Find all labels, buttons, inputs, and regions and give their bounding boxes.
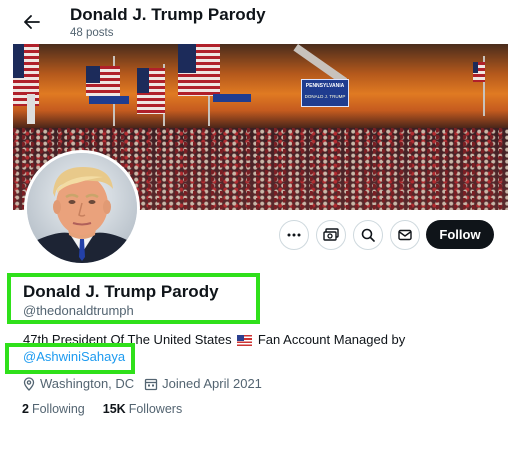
light-tower <box>27 94 35 124</box>
more-horizontal-icon <box>287 233 301 237</box>
bio-mention-link[interactable]: @AshwiniSahaya <box>23 349 125 364</box>
followers-label: Followers <box>128 402 183 416</box>
page-title: Donald J. Trump Parody <box>70 5 266 24</box>
profile-meta: Washington, DC Joined April 2021 <box>22 376 272 391</box>
calendar-icon <box>145 378 158 390</box>
follow-button[interactable]: Follow <box>426 220 494 249</box>
money-subscribe-icon <box>323 228 339 241</box>
search-icon <box>361 228 375 242</box>
american-flag <box>178 44 220 96</box>
arrow-left-icon <box>24 15 40 29</box>
display-name: Donald J. Trump Parody <box>23 282 219 301</box>
us-flag-icon <box>237 335 253 346</box>
avatar[interactable] <box>24 150 140 266</box>
subscribe-button[interactable] <box>316 220 346 250</box>
back-button[interactable] <box>16 8 48 36</box>
american-flag <box>13 44 39 106</box>
rally-sign: PENNSYLVANIA DONALD J. TRUMP <box>301 79 349 107</box>
rally-banner <box>213 94 251 102</box>
join-date-text: Joined April 2021 <box>162 376 262 391</box>
message-button[interactable] <box>390 220 420 250</box>
following-label: Following <box>31 402 85 416</box>
envelope-icon <box>398 229 412 241</box>
profile-photo <box>27 153 137 263</box>
following-count: 2 <box>22 402 29 416</box>
more-button[interactable] <box>279 220 309 250</box>
posts-count: 48 posts <box>70 27 114 39</box>
american-flag <box>473 62 485 82</box>
user-handle: @thedonaldtrumph <box>23 303 134 318</box>
location: Washington, DC <box>22 376 134 391</box>
following-link[interactable]: 2 Following <box>22 402 85 416</box>
american-flag <box>86 66 120 96</box>
followers-count: 15K <box>102 402 126 416</box>
location-text: Washington, DC <box>40 376 135 391</box>
followers-link[interactable]: 15K Followers <box>103 402 182 416</box>
bio-text-after: Fan Account Managed by <box>257 332 406 347</box>
join-date: Joined April 2021 <box>144 376 262 391</box>
follow-stats: 2 Following 15K Followers <box>22 402 200 416</box>
rally-banner <box>89 96 129 104</box>
american-flag <box>137 68 165 114</box>
search-button[interactable] <box>353 220 383 250</box>
location-pin-icon <box>23 376 35 391</box>
